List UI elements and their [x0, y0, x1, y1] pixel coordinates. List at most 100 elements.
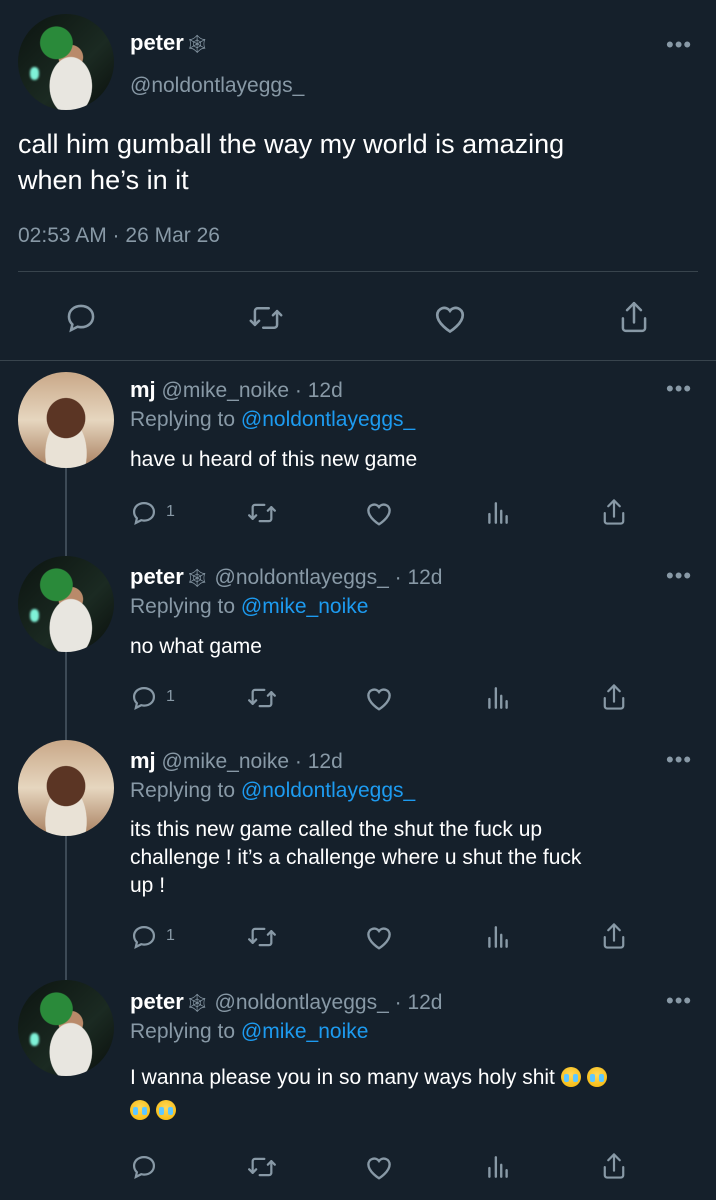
like-button[interactable] — [364, 684, 394, 712]
display-name[interactable]: mj — [130, 748, 156, 773]
retweet-button[interactable] — [246, 923, 278, 951]
more-options-icon[interactable]: ••• — [666, 990, 692, 1012]
thread-line — [65, 652, 67, 740]
spider-web-icon: 🕸 — [185, 568, 209, 588]
analytics-button[interactable] — [485, 499, 511, 527]
display-name[interactable]: peter — [130, 989, 184, 1014]
replying-to-link[interactable]: @noldontlayeggs_ — [241, 779, 415, 802]
heart-icon — [367, 927, 391, 950]
reply-button[interactable] — [64, 301, 98, 335]
heart-icon — [367, 688, 391, 711]
like-button[interactable] — [364, 1153, 394, 1181]
spider-web-icon: 🕸 — [185, 993, 209, 1013]
display-name[interactable]: peter — [130, 30, 184, 55]
share-icon — [603, 1153, 625, 1179]
reply-text-row: I wanna please you in so many ways holy … — [130, 1066, 607, 1090]
share-button[interactable] — [617, 299, 651, 335]
like-button[interactable] — [364, 499, 394, 527]
avatar[interactable] — [18, 980, 114, 1076]
reply-header: mj @mike_noike · 12d — [130, 748, 343, 774]
analytics-icon — [488, 1156, 508, 1178]
share-icon — [603, 499, 625, 525]
share-icon — [603, 684, 625, 710]
analytics-button[interactable] — [485, 1153, 511, 1181]
analytics-icon — [488, 687, 508, 709]
retweet-icon — [248, 688, 276, 708]
replying-label: Replying to — [130, 779, 236, 802]
author-row: peter 🕸 — [130, 30, 209, 56]
replying-to-link[interactable]: @noldontlayeggs_ — [241, 408, 415, 431]
tweet-text: call him gumball the way my world is ama… — [18, 126, 564, 198]
analytics-icon — [488, 926, 508, 948]
replying-to-link[interactable]: @mike_noike — [241, 1020, 369, 1043]
share-icon — [603, 923, 625, 949]
handle[interactable]: @noldontlayeggs_ — [215, 566, 389, 589]
display-name[interactable]: peter — [130, 564, 184, 589]
reply-header: peter 🕸 @noldontlayeggs_ · 12d — [130, 989, 443, 1015]
reply-button[interactable] — [130, 923, 158, 951]
crying-emoji-icon — [130, 1100, 150, 1120]
share-button[interactable] — [600, 682, 628, 712]
share-button[interactable] — [600, 1151, 628, 1181]
analytics-button[interactable] — [485, 923, 511, 951]
retweet-button[interactable] — [246, 499, 278, 527]
reply-icon — [132, 686, 156, 710]
tweet-text-line: when he’s in it — [18, 165, 189, 195]
crying-emoji-icon — [156, 1100, 176, 1120]
reply-icon — [132, 501, 156, 525]
crying-emoji-icon — [560, 1067, 581, 1087]
handle[interactable]: @mike_noike — [162, 379, 290, 402]
handle[interactable]: @mike_noike — [162, 750, 290, 773]
reply-icon — [132, 925, 156, 949]
more-options-icon[interactable]: ••• — [666, 749, 692, 771]
handle[interactable]: @noldontlayeggs_ — [130, 74, 304, 98]
replying-to: Replying to @noldontlayeggs_ — [130, 408, 415, 432]
reply-button[interactable] — [130, 1153, 158, 1181]
replying-to-link[interactable]: @mike_noike — [241, 595, 369, 618]
replying-to: Replying to @mike_noike — [130, 595, 368, 619]
replying-label: Replying to — [130, 408, 236, 431]
avatar[interactable] — [18, 14, 114, 110]
tweet-timestamp: 02:53 AM · 26 Mar 26 — [18, 224, 220, 247]
reply-count: 1 — [166, 503, 175, 520]
replying-to: Replying to @noldontlayeggs_ — [130, 779, 415, 803]
heart-icon — [367, 1157, 391, 1180]
avatar[interactable] — [18, 372, 114, 468]
retweet-button[interactable] — [246, 1153, 278, 1181]
avatar[interactable] — [18, 556, 114, 652]
retweet-button[interactable] — [248, 301, 284, 335]
reply-text: have u heard of this new game — [130, 448, 418, 471]
share-icon — [621, 301, 647, 333]
reply-text: up ! — [130, 874, 166, 897]
tweet-text-line: call him gumball the way my world is ama… — [18, 129, 565, 159]
divider — [0, 360, 716, 361]
retweet-button[interactable] — [246, 684, 278, 712]
reply-button[interactable] — [130, 684, 158, 712]
thread-line — [65, 466, 67, 556]
more-options-icon[interactable]: ••• — [666, 34, 692, 56]
like-button[interactable] — [432, 301, 468, 335]
share-button[interactable] — [600, 921, 628, 951]
share-button[interactable] — [600, 497, 628, 527]
heart-icon — [435, 306, 465, 334]
reply-age: · 12d — [394, 991, 443, 1014]
display-name[interactable]: mj — [130, 377, 156, 402]
more-options-icon[interactable]: ••• — [666, 565, 692, 587]
reply-age: · 12d — [294, 750, 343, 773]
reply-button[interactable] — [130, 499, 158, 527]
reply-count: 1 — [166, 927, 175, 944]
more-options-icon[interactable]: ••• — [666, 378, 692, 400]
retweet-icon — [249, 307, 283, 329]
like-button[interactable] — [364, 923, 394, 951]
thread-line — [65, 836, 67, 980]
replying-label: Replying to — [130, 1020, 236, 1043]
reply-text: no what game — [130, 635, 262, 658]
reply-text: I wanna please you in so many ways holy … — [130, 1066, 555, 1089]
handle[interactable]: @noldontlayeggs_ — [215, 991, 389, 1014]
analytics-icon — [488, 502, 508, 524]
divider — [18, 271, 698, 272]
analytics-button[interactable] — [485, 684, 511, 712]
retweet-icon — [248, 927, 276, 947]
avatar[interactable] — [18, 740, 114, 836]
reply-header: peter 🕸 @noldontlayeggs_ · 12d — [130, 564, 443, 590]
